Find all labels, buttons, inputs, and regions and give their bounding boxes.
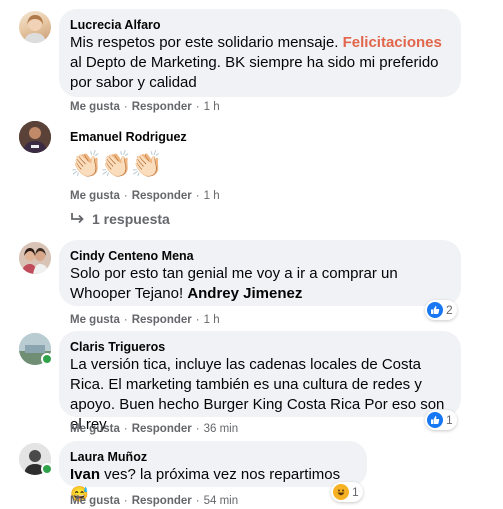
replies-count: 1 respuesta — [92, 211, 170, 227]
timestamp[interactable]: 1 h — [204, 314, 220, 326]
reaction-count: 1 — [352, 485, 359, 499]
reaction-summary[interactable]: 1 — [331, 482, 363, 502]
comment-actions: Me gusta · Responder · 1 h — [70, 314, 220, 326]
reaction-summary[interactable]: 1 — [425, 410, 457, 430]
clapping-hands-emoji: 👏🏻👏🏻👏🏻 — [70, 149, 163, 179]
avatar[interactable] — [19, 242, 51, 274]
avatar-photo — [19, 242, 51, 274]
timestamp[interactable]: 36 min — [204, 423, 239, 435]
like-button[interactable]: Me gusta — [70, 423, 120, 435]
reaction-count: 2 — [446, 303, 453, 317]
author-name[interactable]: Claris Trigueros — [70, 339, 449, 355]
view-replies-link[interactable]: 1 respuesta — [70, 211, 170, 227]
comment-bubble: Cindy Centeno Mena Solo por esto tan gen… — [59, 240, 461, 306]
author-name[interactable]: Emanuel Rodriguez — [70, 129, 247, 145]
comment-text: Mis respetos por este solidario mensaje.… — [70, 34, 442, 91]
haha-reaction-icon — [333, 484, 349, 500]
comment-bubble: Emanuel Rodriguez 👏🏻👏🏻👏🏻 — [59, 121, 259, 181]
author-name[interactable]: Lucrecia Alfaro — [70, 17, 449, 33]
like-button[interactable]: Me gusta — [70, 495, 120, 507]
avatar-photo — [19, 121, 51, 153]
reply-arrow-icon — [71, 213, 84, 224]
comment-bubble: Lucrecia Alfaro Mis respetos por este so… — [59, 9, 461, 97]
online-status-indicator — [41, 463, 53, 475]
like-button[interactable]: Me gusta — [70, 190, 120, 202]
avatar[interactable] — [19, 11, 51, 43]
reply-button[interactable]: Responder — [132, 190, 192, 202]
reaction-summary[interactable]: 2 — [425, 300, 457, 320]
mention-tag[interactable]: Andrey Jimenez — [187, 285, 302, 302]
reply-button[interactable]: Responder — [132, 101, 192, 113]
timestamp[interactable]: 54 min — [204, 495, 239, 507]
mention-tag[interactable]: Ivan — [70, 466, 100, 483]
comment-actions: Me gusta · Responder · 36 min — [70, 423, 239, 435]
online-status-indicator — [41, 353, 53, 365]
like-reaction-icon — [427, 302, 443, 318]
avatar-photo — [24, 15, 46, 43]
author-name[interactable]: Cindy Centeno Mena — [70, 248, 449, 264]
comment-bubble: Claris Trigueros La versión tica, incluy… — [59, 331, 461, 433]
avatar[interactable] — [19, 121, 51, 153]
reply-button[interactable]: Responder — [132, 314, 192, 326]
comment-actions: Me gusta · Responder · 54 min — [70, 495, 239, 507]
timestamp[interactable]: 1 h — [204, 101, 220, 113]
like-button[interactable]: Me gusta — [70, 314, 120, 326]
comment-actions: Me gusta · Responder · 1 h — [70, 101, 220, 113]
like-reaction-icon — [427, 412, 443, 428]
comment-actions: Me gusta · Responder · 1 h — [70, 190, 220, 202]
reply-button[interactable]: Responder — [132, 495, 192, 507]
like-button[interactable]: Me gusta — [70, 101, 120, 113]
author-name[interactable]: Laura Muñoz — [70, 449, 355, 465]
reaction-count: 1 — [446, 413, 453, 427]
hashtag-highlight: Felicitaciones — [342, 34, 442, 51]
comment-text: Solo por esto tan genial me voy a ir a c… — [70, 265, 398, 302]
comment-bubble: Laura Muñoz Ivan ves? la próxima vez nos… — [59, 441, 367, 503]
reply-button[interactable]: Responder — [132, 423, 192, 435]
timestamp[interactable]: 1 h — [204, 190, 220, 202]
